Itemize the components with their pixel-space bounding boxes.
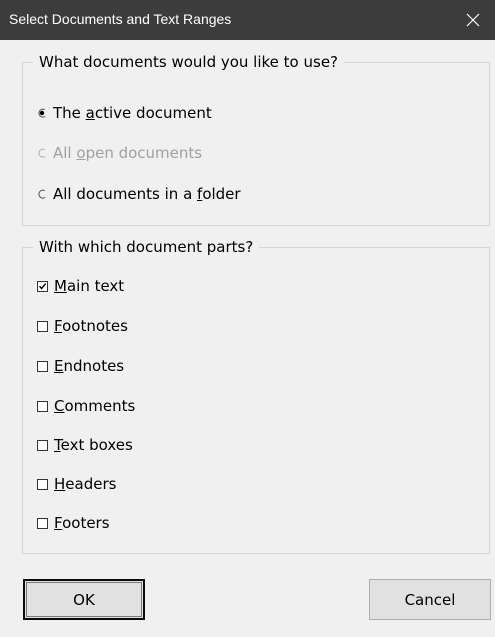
checkbox-comments[interactable]: Comments [37,397,135,415]
checkbox-footers[interactable]: Footers [37,514,110,532]
checkbox-headers[interactable]: Headers [37,475,116,493]
radio-unselected-icon [37,148,47,158]
checkbox-checked-icon [37,280,48,292]
checkbox-unchecked-icon [37,439,48,451]
checkbox-main-text[interactable]: Main text [37,277,124,295]
title-bar[interactable]: Select Documents and Text Ranges [0,0,495,40]
radio-active-document[interactable]: The active document [37,104,212,122]
checkbox-unchecked-icon [37,360,48,372]
checkbox-footnotes[interactable]: Footnotes [37,317,128,335]
window-title: Select Documents and Text Ranges [9,11,232,27]
radio-unselected-icon [37,189,47,199]
radio-active-document-label: The active document [53,104,212,122]
checkbox-endnotes[interactable]: Endnotes [37,357,124,375]
radio-all-documents-in-folder[interactable]: All documents in a folder [37,185,241,203]
checkbox-endnotes-label: Endnotes [54,357,125,375]
checkbox-comments-label: Comments [54,397,136,415]
checkbox-headers-label: Headers [54,475,117,493]
checkbox-text-boxes[interactable]: Text boxes [37,436,133,454]
checkbox-main-text-label: Main text [54,277,125,295]
radio-selected-icon [37,108,47,118]
document-parts-group-legend: With which document parts? [39,238,254,256]
checkbox-unchecked-icon [37,478,48,490]
close-icon [466,13,480,27]
checkbox-unchecked-icon [37,320,48,332]
checkbox-text-boxes-label: Text boxes [54,436,133,454]
checkbox-footers-label: Footers [54,514,110,532]
documents-group-legend: What documents would you like to use? [39,53,339,71]
checkbox-footnotes-label: Footnotes [54,317,128,335]
radio-all-documents-in-folder-label: All documents in a folder [53,185,241,203]
ok-button[interactable]: OK [23,579,145,620]
close-button[interactable] [451,0,495,40]
select-documents-dialog: Select Documents and Text Ranges What do… [0,0,495,637]
checkbox-unchecked-icon [37,400,48,412]
cancel-button[interactable]: Cancel [369,579,491,620]
radio-all-open-documents-label: All open documents [53,144,203,162]
radio-all-open-documents[interactable]: All open documents [37,144,202,162]
checkbox-unchecked-icon [37,517,48,529]
